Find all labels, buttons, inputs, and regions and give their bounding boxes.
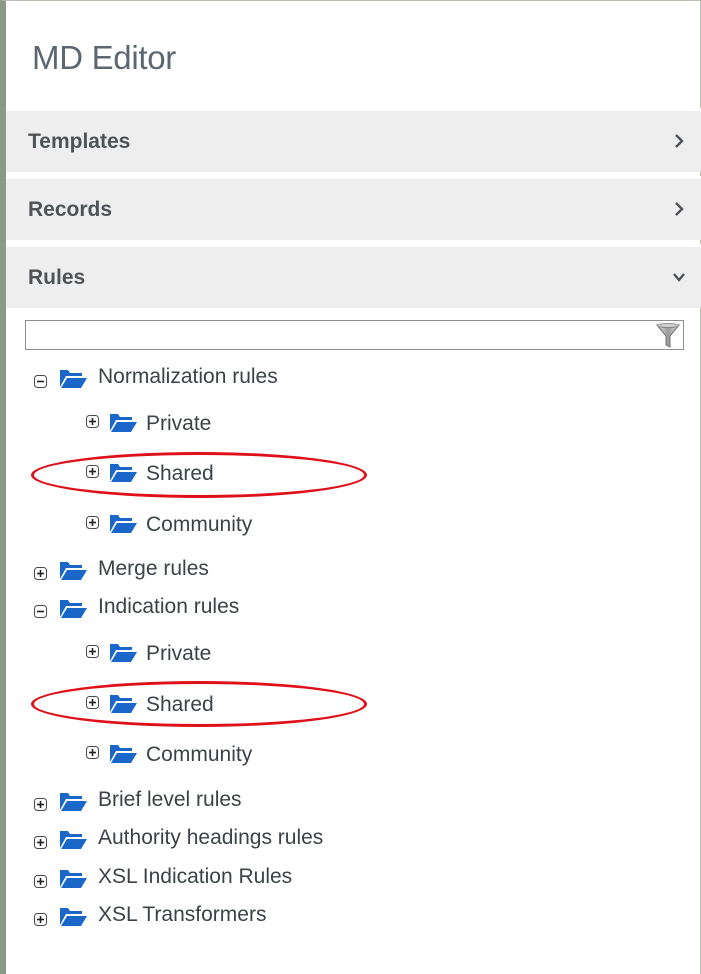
- expand-icon[interactable]: [34, 567, 47, 580]
- folder-open-icon: [110, 644, 137, 662]
- expand-icon[interactable]: [86, 516, 99, 529]
- tree-node-normalization-rules[interactable]: Normalization rules: [34, 365, 394, 395]
- chevron-right-icon: [675, 134, 684, 148]
- tree-node-label: Community: [146, 743, 253, 766]
- tree-node-label: Brief level rules: [98, 788, 242, 811]
- page-title: MD Editor: [32, 39, 176, 76]
- tree-node-label: Private: [146, 412, 212, 435]
- folder-open-icon: [60, 600, 87, 618]
- folder-open-icon: [60, 870, 87, 888]
- section-records[interactable]: Records: [6, 176, 701, 240]
- folder-open-icon: [60, 370, 87, 388]
- folder-open-icon: [60, 562, 87, 580]
- section-label-templates: Templates: [28, 130, 131, 153]
- tree-node-indication-private[interactable]: Private: [86, 639, 286, 669]
- md-editor-panel: MD Editor Templates Records Rules Normal…: [0, 0, 701, 974]
- tree-node-label: Private: [146, 642, 212, 665]
- tree-node-label: XSL Indication Rules: [98, 865, 293, 888]
- tree-node-label: Community: [146, 513, 253, 536]
- chevron-right-icon: [675, 202, 684, 216]
- expand-icon[interactable]: [34, 875, 47, 888]
- section-templates[interactable]: Templates: [6, 108, 701, 172]
- section-label-records: Records: [28, 198, 113, 221]
- chevron-down-icon: [673, 273, 685, 282]
- tree-node-xsl-transformers[interactable]: XSL Transformers: [34, 903, 354, 933]
- tree-node-label: Indication rules: [98, 595, 240, 618]
- highlight-ellipse: [31, 681, 367, 727]
- collapse-icon[interactable]: [34, 375, 47, 388]
- tree-node-label: Authority headings rules: [98, 826, 324, 849]
- expand-icon[interactable]: [86, 746, 99, 759]
- collapse-icon[interactable]: [34, 605, 47, 618]
- expand-icon[interactable]: [86, 645, 99, 658]
- expand-icon[interactable]: [34, 798, 47, 811]
- rules-filter-box: [25, 320, 684, 350]
- folder-open-icon: [110, 414, 137, 432]
- tree-node-label: Normalization rules: [98, 365, 278, 388]
- tree-node-label: Merge rules: [98, 557, 209, 580]
- folder-open-icon: [60, 831, 87, 849]
- filter-icon[interactable]: [655, 322, 681, 350]
- tree-node-authority-headings-rules[interactable]: Authority headings rules: [34, 826, 414, 856]
- expand-icon[interactable]: [86, 415, 99, 428]
- tree-node-indication-rules[interactable]: Indication rules: [34, 595, 334, 625]
- tree-node-xsl-indication-rules[interactable]: XSL Indication Rules: [34, 865, 394, 895]
- folder-open-icon: [60, 908, 87, 926]
- tree-node-brief-level-rules[interactable]: Brief level rules: [34, 788, 334, 818]
- tree-node-normalization-private[interactable]: Private: [86, 409, 286, 439]
- folder-open-icon: [110, 745, 137, 763]
- folder-open-icon: [60, 793, 87, 811]
- tree-node-label: XSL Transformers: [98, 903, 267, 926]
- section-label-rules: Rules: [28, 266, 86, 289]
- expand-icon[interactable]: [34, 836, 47, 849]
- section-rules[interactable]: Rules: [6, 244, 701, 308]
- highlight-ellipse: [31, 452, 367, 498]
- expand-icon[interactable]: [34, 913, 47, 926]
- folder-open-icon: [110, 515, 137, 533]
- rules-filter-input[interactable]: [26, 321, 658, 349]
- tree-node-normalization-community[interactable]: Community: [86, 510, 306, 540]
- tree-node-indication-community[interactable]: Community: [86, 740, 306, 770]
- tree-node-merge-rules[interactable]: Merge rules: [34, 557, 294, 587]
